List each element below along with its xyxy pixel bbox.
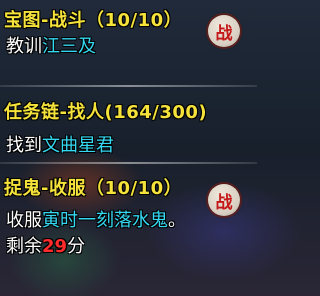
battle-icon[interactable]: 战 — [208, 184, 240, 216]
quest-title[interactable]: 捉鬼-收服（10/10） — [4, 174, 182, 200]
quest-target-link[interactable]: 文曲星君 — [42, 135, 114, 156]
quest-target-suffix: 。 — [168, 210, 186, 231]
quest-action: 教训 — [6, 36, 42, 57]
quest-time-remaining: 剩余29分 — [6, 232, 85, 258]
quest-item-treasure-map[interactable]: 宝图-战斗（10/10） 战 教训江三及 — [0, 0, 257, 58]
quest-action: 收服 — [6, 210, 42, 231]
quest-objective: 收服寅时一刻落水鬼。 — [6, 206, 186, 232]
quest-tracker-panel: 宝图-战斗（10/10） 战 教训江三及 任务链-找人(164/300) 找到文… — [0, 0, 257, 296]
quest-title[interactable]: 宝图-战斗（10/10） — [4, 6, 182, 32]
quest-action: 找到 — [6, 135, 42, 156]
quest-divider — [0, 85, 257, 87]
quest-objective: 教训江三及 — [6, 32, 96, 58]
battle-icon[interactable]: 战 — [208, 15, 240, 47]
remain-value: 29 — [42, 236, 68, 257]
remain-unit: 分 — [67, 236, 86, 257]
quest-title[interactable]: 任务链-找人(164/300) — [4, 98, 207, 124]
remain-label: 剩余 — [6, 236, 42, 257]
quest-target-link[interactable]: 江三及 — [42, 36, 96, 57]
quest-target-link[interactable]: 寅时一刻落水鬼 — [42, 210, 168, 231]
quest-item-ghost-catch[interactable]: 捉鬼-收服（10/10） 战 收服寅时一刻落水鬼。 剩余29分 — [0, 164, 257, 296]
quest-item-chain[interactable]: 任务链-找人(164/300) 找到文曲星君 — [0, 88, 257, 158]
quest-objective: 找到文曲星君 — [6, 131, 114, 157]
